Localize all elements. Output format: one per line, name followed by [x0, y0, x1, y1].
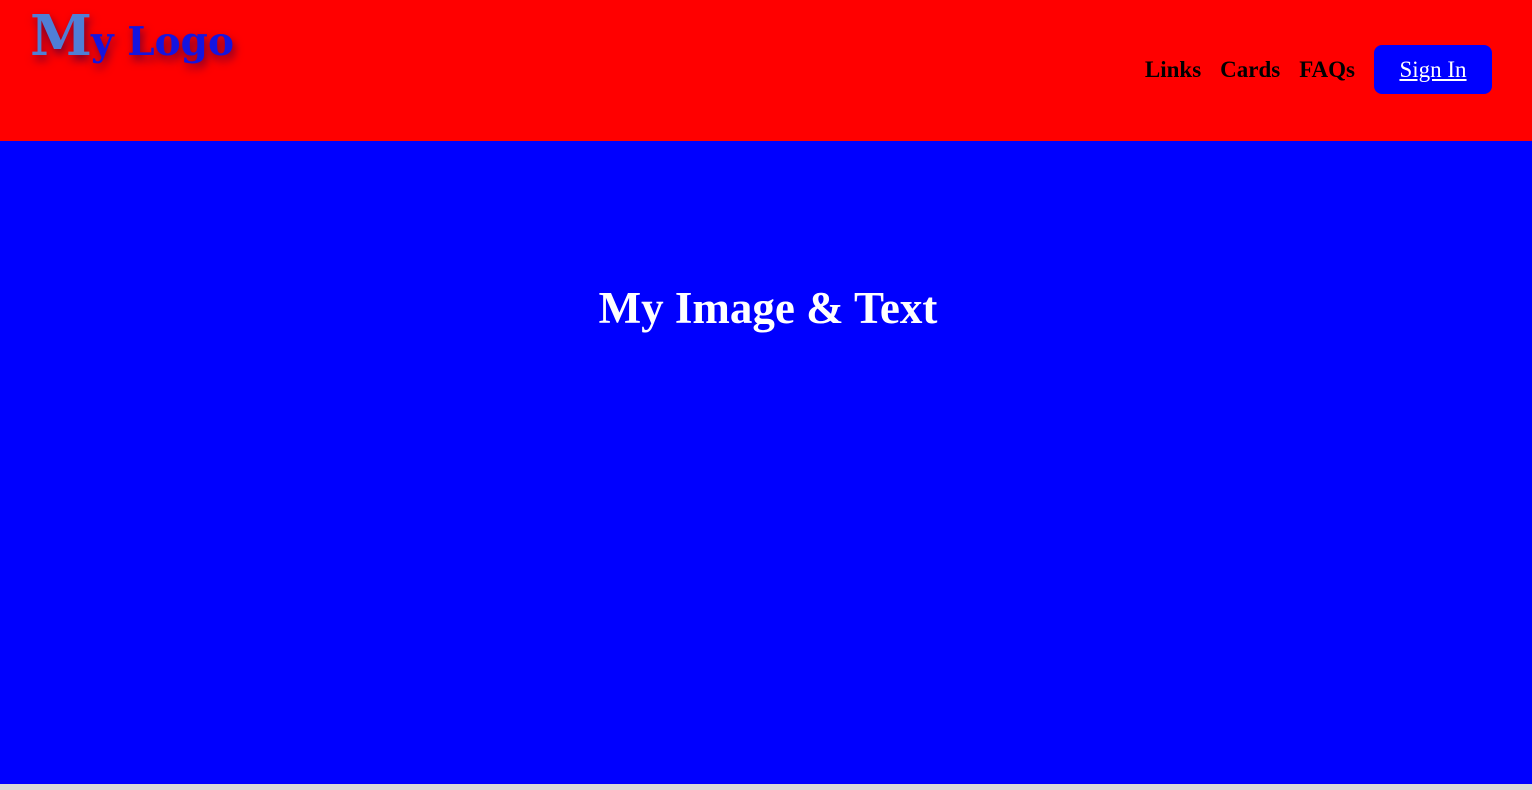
logo-first-letter: M	[30, 3, 92, 69]
main-nav: Links Cards FAQs Sign In	[1145, 45, 1492, 94]
site-logo[interactable]: My Logo	[30, 8, 234, 64]
nav-link-cards[interactable]: Cards	[1220, 57, 1280, 83]
hero-title: My Image & Text	[598, 283, 938, 333]
site-header: My Logo Links Cards FAQs Sign In	[0, 0, 1532, 141]
sign-in-button[interactable]: Sign In	[1374, 45, 1492, 94]
nav-link-links[interactable]: Links	[1145, 57, 1201, 83]
hero-section: My Image & Text	[0, 141, 1532, 784]
nav-link-faqs[interactable]: FAQs	[1299, 57, 1355, 83]
logo-text: y Logo	[91, 19, 234, 65]
